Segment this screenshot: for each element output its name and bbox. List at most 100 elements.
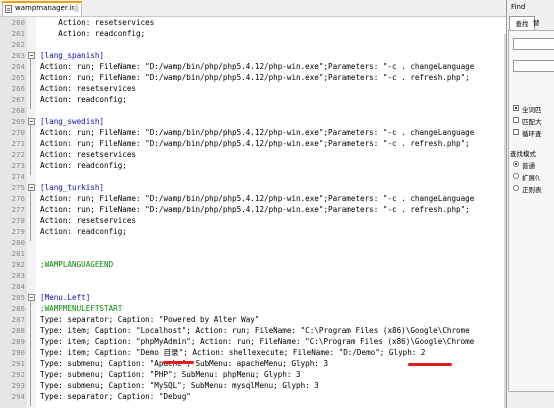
mode-radio[interactable] [513,161,519,167]
fold-toggle-icon[interactable] [28,294,35,301]
line-number: 284 [11,282,25,291]
code-line[interactable]: 287 Type: separator; Caption: "Powered by… [0,314,506,325]
code-line[interactable]: 290 Type: item; Caption: "Demo 目录"; Actio… [0,347,506,358]
code-line[interactable]: 294 Type: separator; Caption: "Debug" [0,391,506,402]
code-line[interactable]: 276 Action: run; FileName: "D:/wamp/bin/p… [0,193,506,204]
line-number: 278 [11,216,25,225]
option-label: 全词匹 [522,106,542,114]
comment-text: ;WAMPMENULEFTSTART [40,304,123,313]
find-panel: Find 查找 替 全词匹 匹配大 循环查 查找模式 普通 扩展(\ 正则表 [506,0,554,408]
code-text: Type: item; Caption: "Demo 目录"; Action: … [40,348,426,357]
option-checkbox[interactable] [513,105,519,111]
line-number: 283 [11,271,25,280]
code-line[interactable]: 274 [0,171,506,182]
code-line[interactable]: 284 [0,281,506,292]
line-number: 279 [11,227,25,236]
code-text: Action: readconfig; [40,161,127,170]
code-editor[interactable]: 260 Action: resetservices 261 Action: rea… [0,17,506,408]
code-text: Action: readconfig; [40,95,127,104]
line-number: 269 [11,117,25,126]
replace-with-input[interactable] [513,60,554,72]
code-line[interactable]: 280 [0,237,506,248]
code-line[interactable]: 286 ;WAMPMENULEFTSTART [0,303,506,314]
option-label: 匹配大 [522,118,542,126]
find-panel-body [508,30,554,392]
line-number: 290 [11,348,25,357]
section-header: [lang_turkish] [40,183,105,192]
line-number: 261 [11,29,25,38]
code-line[interactable]: 281 [0,248,506,259]
line-number: 260 [11,18,25,27]
mode-radio[interactable] [513,185,519,191]
code-line[interactable]: 266 Action: resetservices [0,83,506,94]
tab-replace[interactable]: 替 [533,17,540,27]
line-number: 291 [11,359,25,368]
code-line[interactable]: 264 Action: run; FileName: "D:/wamp/bin/p… [0,61,506,72]
option-checkbox[interactable] [513,117,519,123]
code-line[interactable]: 292 Type: submenu; Caption: "PHP"; SubMen… [0,369,506,380]
code-line[interactable]: 277 Action: run; FileName: "D:/wamp/bin/p… [0,204,506,215]
code-text: Action: readconfig; [40,227,127,236]
code-text: Action: resetservices [40,150,137,159]
code-line[interactable]: 282 ;WAMPLANGUAGEEND [0,259,506,270]
fold-toggle-icon[interactable] [28,184,35,191]
code-line[interactable]: 279 Action: readconfig; [0,226,506,237]
option-checkbox[interactable] [513,129,519,135]
line-number: 268 [11,106,25,115]
comment-text: ;WAMPLANGUAGEEND [40,260,114,269]
code-line[interactable]: 271 Action: run; FileName: "D:/wamp/bin/p… [0,138,506,149]
line-number: 288 [11,326,25,335]
file-tab-label: wampmanager.ini [15,4,78,12]
line-number: 275 [11,183,25,192]
line-number: 272 [11,150,25,159]
line-number: 282 [11,260,25,269]
annotation-underline-demo-path [408,363,452,366]
code-line[interactable]: 260 Action: resetservices [0,17,506,28]
line-number: 294 [11,392,25,401]
line-number: 292 [11,370,25,379]
line-number: 286 [11,304,25,313]
code-line[interactable]: 265 Action: run; FileName: "D:/wamp/bin/p… [0,72,506,83]
code-line[interactable]: 289 Type: item; Caption: "phpMyAdmin"; Ac… [0,336,506,347]
tab-bar: wampmanager.ini [0,0,506,17]
line-number: 262 [11,40,25,49]
code-line[interactable]: 261 Action: readconfig; [0,28,506,39]
code-line[interactable]: 275 [lang_turkish] [0,182,506,193]
find-what-input[interactable] [513,38,554,50]
code-line[interactable]: 262 [0,39,506,50]
line-number: 281 [11,249,25,258]
fold-toggle-icon[interactable] [28,52,35,59]
line-number: 280 [11,238,25,247]
code-line[interactable]: 272 Action: resetservices [0,149,506,160]
code-line[interactable]: 283 [0,270,506,281]
file-icon [5,5,12,13]
code-line[interactable]: 278 Action: resetservices [0,215,506,226]
line-number: 271 [11,139,25,148]
fold-toggle-icon[interactable] [28,118,35,125]
fold-guide [30,301,31,406]
code-line[interactable]: 263 [lang_spanish] [0,50,506,61]
code-text: Action: run; FileName: "D:/wamp/bin/php/… [40,139,470,148]
file-tab[interactable]: wampmanager.ini [2,1,82,16]
code-text: Type: item; Caption: "phpMyAdmin"; Actio… [40,337,475,346]
line-number: 276 [11,194,25,203]
code-text: Action: run; FileName: "D:/wamp/bin/php/… [40,73,470,82]
code-line[interactable]: 293 Type: submenu; Caption: "MySQL"; SubM… [0,380,506,391]
close-icon[interactable] [73,6,79,12]
code-text: Type: separator; Caption: "Powered by Al… [40,315,260,324]
code-line[interactable]: 288 Type: item; Caption: "Localhost"; Act… [0,325,506,336]
code-line[interactable]: 285 [Menu.Left] [0,292,506,303]
code-text: Action: resetservices [40,18,155,27]
code-text: Action: resetservices [40,84,137,93]
line-number: 270 [11,128,25,137]
code-line[interactable]: 269 [lang_swedish] [0,116,506,127]
code-line[interactable]: 273 Action: readconfig; [0,160,506,171]
code-text: Action: run; FileName: "D:/wamp/bin/php/… [40,205,470,214]
mode-radio[interactable] [513,173,519,179]
code-line[interactable]: 268 [0,105,506,116]
section-header: [lang_spanish] [40,51,105,60]
code-line[interactable]: 267 Action: readconfig; [0,94,506,105]
tab-find[interactable]: 查找 [509,16,535,31]
code-line[interactable]: 270 Action: run; FileName: "D:/wamp/bin/p… [0,127,506,138]
code-text: Type: item; Caption: "Localhost"; Action… [40,326,470,335]
